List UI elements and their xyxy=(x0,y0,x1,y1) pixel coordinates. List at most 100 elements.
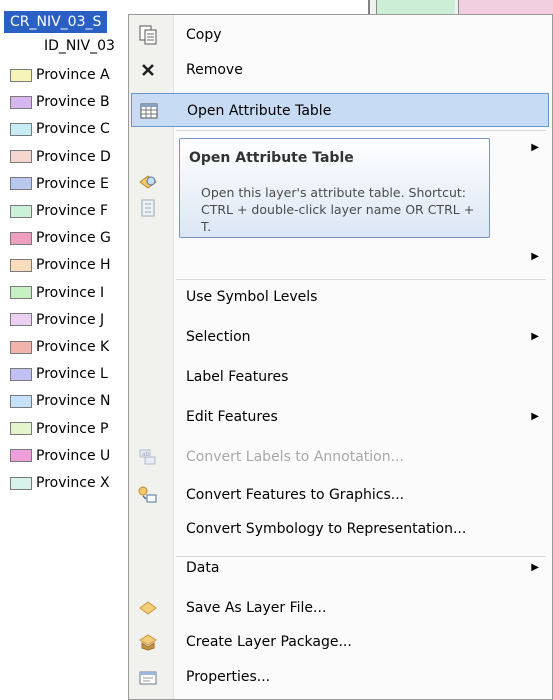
submenu-arrow-icon: ▶ xyxy=(531,142,539,153)
toc-field-name: ID_NIV_03 xyxy=(44,38,115,54)
convert-labels-icon: ab xyxy=(137,446,159,468)
toc-legend-item[interactable]: Province B xyxy=(10,91,110,113)
menu-item-label: Save As Layer File... xyxy=(186,600,327,616)
menu-item-hidden-submenu-2[interactable]: ▶ xyxy=(131,240,549,274)
zoom-visible-icon xyxy=(137,197,159,219)
legend-label: Province N xyxy=(36,393,111,410)
legend-label: Province K xyxy=(36,339,110,355)
submenu-arrow-icon: ▶ xyxy=(531,331,539,342)
legend-swatch xyxy=(10,340,32,354)
menu-item-label: Convert Labels to Annotation... xyxy=(186,449,404,465)
legend-swatch xyxy=(10,122,32,136)
menu-item-data[interactable]: Data ▶ xyxy=(131,551,549,585)
toc-legend-item[interactable]: Province J xyxy=(10,309,104,331)
menu-item-properties[interactable]: Properties... xyxy=(131,660,549,694)
legend-swatch xyxy=(10,258,32,272)
legend-swatch xyxy=(10,68,32,82)
menu-item-label: Remove xyxy=(186,62,243,78)
legend-label: Province U xyxy=(36,447,111,464)
remove-icon xyxy=(137,59,159,81)
tooltip-body: Open this layer's attribute table. Short… xyxy=(201,185,475,234)
map-view xyxy=(368,0,553,14)
copy-icon xyxy=(137,24,159,46)
toc-layer-name[interactable]: CR_NIV_03_S xyxy=(4,11,108,33)
menu-item-save-as-layer-file[interactable]: Save As Layer File... xyxy=(131,591,549,625)
menu-item-open-attribute-table[interactable]: Open Attribute Table xyxy=(131,93,549,127)
layer-file-icon xyxy=(137,597,159,619)
toc-legend-item[interactable]: Province C xyxy=(10,118,110,140)
toc-legend-item[interactable]: Province D xyxy=(10,146,111,168)
tooltip: Open Attribute Table Open this layer's a… xyxy=(179,138,490,238)
legend-swatch xyxy=(10,313,32,327)
legend-label: Province H xyxy=(36,257,111,274)
submenu-arrow-icon: ▶ xyxy=(531,562,539,573)
toc-legend-item[interactable]: Province A xyxy=(10,64,110,86)
legend-swatch xyxy=(10,367,32,381)
toc-legend-item[interactable]: Province K xyxy=(10,336,109,358)
submenu-arrow-icon: ▶ xyxy=(531,411,539,422)
menu-item-edit-features[interactable]: Edit Features ▶ xyxy=(131,400,549,434)
menu-item-label: Copy xyxy=(186,27,222,43)
menu-item-label: Create Layer Package... xyxy=(186,634,352,650)
toc-legend-item[interactable]: Province H xyxy=(10,254,111,276)
toc-legend-item[interactable]: Province L xyxy=(10,363,108,385)
legend-label: Province J xyxy=(36,311,105,328)
menu-item-label: Selection xyxy=(186,329,251,345)
toc-legend-item[interactable]: Province N xyxy=(10,390,111,412)
toc-legend-item[interactable]: Province X xyxy=(10,472,110,494)
menu-item-convert-features-to-graphics[interactable]: Convert Features to Graphics... xyxy=(131,478,549,512)
legend-label: Province E xyxy=(36,175,109,192)
legend-swatch xyxy=(10,177,32,191)
menu-item-convert-labels-to-annotation[interactable]: ab Convert Labels to Annotation... xyxy=(131,440,549,474)
menu-item-label-features[interactable]: Label Features xyxy=(131,360,549,394)
legend-swatch xyxy=(10,286,32,300)
legend-swatch xyxy=(10,449,32,463)
zoom-layer-icon xyxy=(137,171,159,193)
legend-swatch xyxy=(10,204,32,218)
layer-package-icon xyxy=(137,631,159,653)
legend-label: Province D xyxy=(36,148,111,165)
legend-swatch xyxy=(10,150,32,164)
legend-label: Province P xyxy=(36,420,109,437)
menu-item-label: Properties... xyxy=(186,669,271,685)
menu-item-label: Label Features xyxy=(186,369,289,385)
legend-label: Province I xyxy=(36,284,105,301)
legend-label: Province X xyxy=(36,475,110,491)
toc-legend-item[interactable]: Province U xyxy=(10,445,110,467)
menu-item-label: Data xyxy=(186,560,220,576)
toc-legend-item[interactable]: Province E xyxy=(10,173,109,195)
submenu-arrow-icon: ▶ xyxy=(531,251,539,262)
menu-item-label: Edit Features xyxy=(186,409,278,425)
legend-label: Province A xyxy=(36,67,110,83)
legend-label: Province B xyxy=(36,94,110,111)
toc-legend-item[interactable]: Province F xyxy=(10,200,108,222)
toc-legend-item[interactable]: Province G xyxy=(10,227,111,249)
toc-legend-item[interactable]: Province I xyxy=(10,282,104,304)
menu-item-convert-symbology[interactable]: Convert Symbology to Representation... xyxy=(131,512,549,546)
menu-item-selection[interactable]: Selection ▶ xyxy=(131,320,549,354)
properties-icon xyxy=(137,666,159,688)
legend-swatch xyxy=(10,422,32,436)
menu-item-label: Open Attribute Table xyxy=(187,103,332,119)
legend-swatch xyxy=(10,476,32,490)
legend-label: Province C xyxy=(36,121,110,138)
layer-context-menu: Copy Remove Open Attribute Table ▶ ▶ Use… xyxy=(128,14,553,700)
legend-swatch xyxy=(10,95,32,109)
legend-label: Province F xyxy=(36,203,109,219)
toc-legend-item[interactable]: Province P xyxy=(10,418,108,440)
menu-item-label: Convert Symbology to Representation... xyxy=(186,521,467,537)
tooltip-title: Open Attribute Table xyxy=(189,150,354,166)
legend-swatch xyxy=(10,231,32,245)
legend-label: Province G xyxy=(36,230,111,247)
legend-swatch xyxy=(10,394,32,408)
menu-item-remove[interactable]: Remove xyxy=(131,53,549,87)
legend-label: Province L xyxy=(36,366,108,383)
svg-text:ab: ab xyxy=(142,451,150,458)
table-of-contents: CR_NIV_03_S ID_NIV_03 Province A Province… xyxy=(0,0,140,700)
menu-item-label: Use Symbol Levels xyxy=(186,289,318,305)
menu-item-copy[interactable]: Copy xyxy=(131,18,549,52)
menu-item-use-symbol-levels[interactable]: Use Symbol Levels xyxy=(131,280,549,314)
menu-item-label: Convert Features to Graphics... xyxy=(186,487,405,503)
menu-item-create-layer-package[interactable]: Create Layer Package... xyxy=(131,625,549,659)
table-icon xyxy=(138,100,160,122)
